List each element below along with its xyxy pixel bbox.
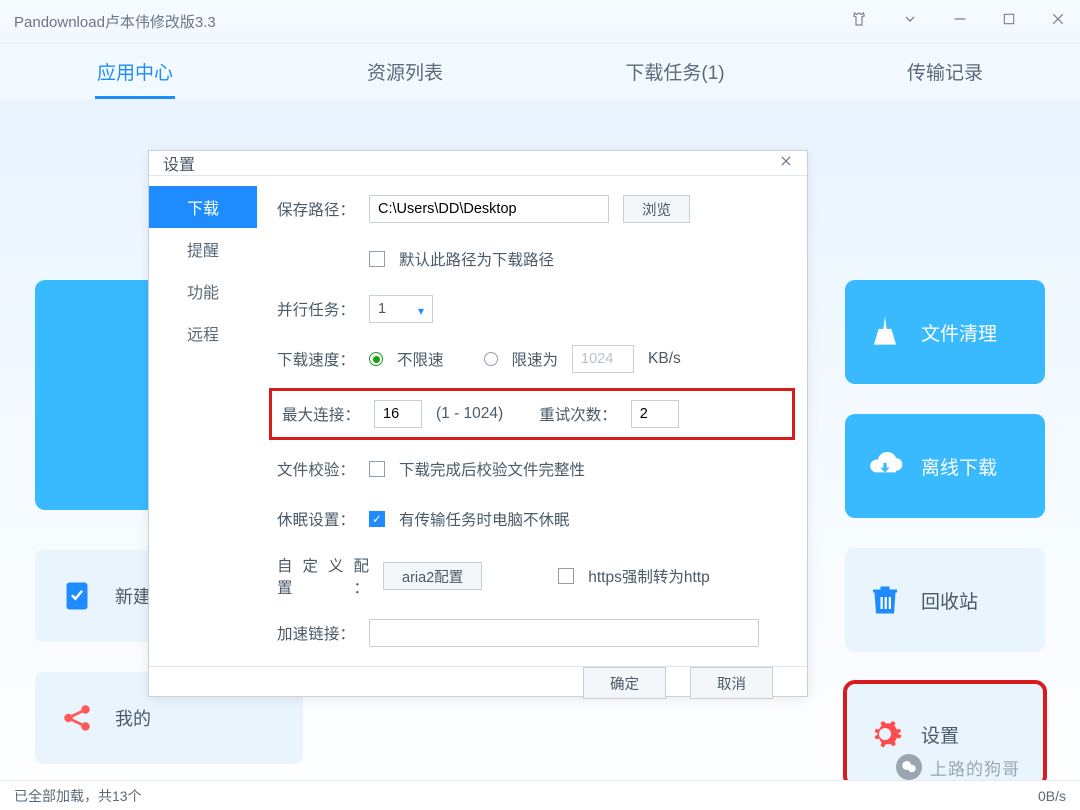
save-path-label: 保存路径： [277, 198, 355, 220]
accel-label: 加速链接： [277, 622, 355, 644]
chevron-down-icon[interactable] [902, 11, 918, 32]
tab-transfer-log[interactable]: 传输记录 [810, 58, 1080, 85]
new-label: 新建 [115, 583, 151, 609]
https-text: https强制转为http [588, 565, 709, 587]
verify-label: 文件校验： [277, 458, 355, 480]
parallel-label: 并行任务： [277, 298, 355, 320]
window-controls [850, 10, 1066, 33]
watermark: 上路的狗哥 [896, 754, 1020, 780]
offline-dl-label: 离线下载 [921, 453, 997, 480]
speed-unlimited-radio[interactable] [369, 352, 383, 366]
default-path-checkbox[interactable] [369, 251, 385, 267]
broom-icon [865, 312, 905, 352]
save-path-input[interactable] [369, 195, 609, 223]
retry-label: 重试次数： [539, 403, 617, 425]
speed-limit-radio[interactable] [484, 352, 498, 366]
aria2-button[interactable]: aria2配置 [383, 562, 482, 590]
file-clean-card[interactable]: 文件清理 [845, 280, 1045, 384]
maxconn-label: 最大连接： [282, 403, 360, 425]
cancel-button[interactable]: 取消 [690, 667, 773, 699]
tab-download-tasks[interactable]: 下载任务(1) [540, 58, 810, 85]
browse-button[interactable]: 浏览 [623, 195, 690, 223]
verify-text: 下载完成后校验文件完整性 [399, 458, 585, 480]
maxconn-input[interactable] [374, 400, 422, 428]
default-path-label: 默认此路径为下载路径 [399, 248, 554, 270]
sleep-checkbox[interactable]: ✓ [369, 511, 385, 527]
status-left: 已全部加载，共13个 [14, 786, 142, 806]
dialog-header: 设置 [149, 151, 807, 176]
trash-icon [865, 580, 905, 620]
maximize-icon[interactable] [1002, 12, 1016, 31]
settings-label: 设置 [921, 721, 959, 748]
https-checkbox[interactable] [558, 568, 574, 584]
retry-input[interactable] [631, 400, 679, 428]
status-speed: 0B/s [1038, 788, 1066, 804]
sleep-text: 有传输任务时电脑不休眠 [399, 508, 570, 530]
side-tab-function[interactable]: 功能 [149, 270, 257, 312]
speed-limit-label: 限速为 [512, 348, 559, 370]
watermark-text: 上路的狗哥 [930, 755, 1020, 780]
tab-resource-list[interactable]: 资源列表 [270, 58, 540, 85]
minimize-icon[interactable] [952, 11, 968, 32]
dialog-title: 设置 [163, 151, 195, 175]
cloud-download-icon [865, 446, 905, 486]
speed-unit: KB/s [648, 350, 681, 368]
recycle-label: 回收站 [921, 587, 978, 614]
main-tabs: 应用中心 资源列表 下载任务(1) 传输记录 [0, 44, 1080, 100]
ok-button[interactable]: 确定 [583, 667, 666, 699]
gear-icon [865, 714, 905, 754]
verify-checkbox[interactable] [369, 461, 385, 477]
side-tab-remind[interactable]: 提醒 [149, 228, 257, 270]
maxconn-range: (1 - 1024) [436, 405, 503, 423]
dialog-close-icon[interactable] [779, 154, 793, 173]
share-icon [59, 700, 95, 736]
statusbar: 已全部加载，共13个 0B/s [0, 780, 1080, 810]
side-tab-remote[interactable]: 远程 [149, 312, 257, 354]
dialog-footer: 确定 取消 [149, 666, 807, 699]
speed-label: 下载速度： [277, 348, 355, 370]
window-title: Pandownload卢本伟修改版3.3 [14, 11, 216, 32]
side-tab-download[interactable]: 下载 [149, 186, 257, 228]
parallel-select[interactable]: 1 [369, 295, 433, 323]
my-label: 我的 [115, 705, 151, 731]
custom-label: 自定义配置： [277, 554, 369, 598]
recycle-card[interactable]: 回收站 [845, 548, 1045, 652]
settings-panel: 保存路径： 浏览 默认此路径为下载路径 并行任务： 1 下载速度： 不限速 限速… [257, 176, 807, 666]
speed-limit-input[interactable] [572, 345, 634, 373]
highlighted-row: 最大连接： (1 - 1024) 重试次数： [269, 388, 795, 440]
titlebar: Pandownload卢本伟修改版3.3 [0, 0, 1080, 44]
tab-app-center[interactable]: 应用中心 [0, 58, 270, 85]
file-clean-label: 文件清理 [921, 319, 997, 346]
offline-download-card[interactable]: 离线下载 [845, 414, 1045, 518]
speed-unlimited-label: 不限速 [397, 348, 444, 370]
settings-side-tabs: 下载 提醒 功能 远程 [149, 176, 257, 666]
settings-dialog: 设置 下载 提醒 功能 远程 保存路径： 浏览 默认此路径为下载路径 并行任务：… [148, 150, 808, 697]
accel-input[interactable] [369, 619, 759, 647]
sleep-label: 休眠设置： [277, 508, 355, 530]
close-icon[interactable] [1050, 11, 1066, 32]
wechat-icon [896, 754, 922, 780]
shirt-icon[interactable] [850, 10, 868, 33]
clipboard-icon [59, 578, 95, 614]
